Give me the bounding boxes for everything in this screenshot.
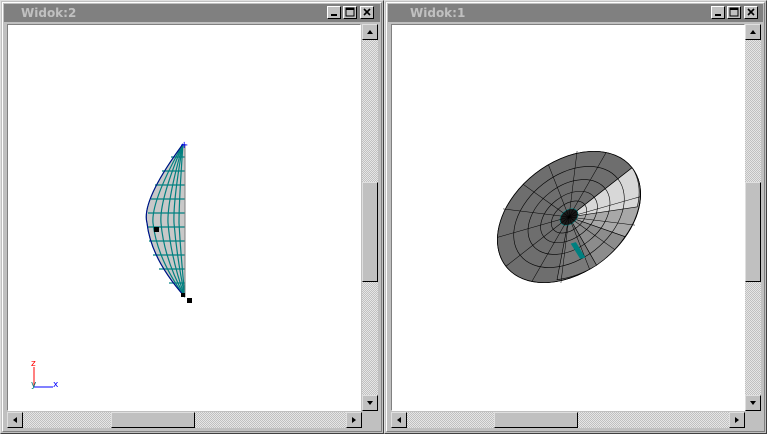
arrow-left-icon	[13, 417, 17, 423]
window-title: Widok:1	[410, 6, 466, 20]
maximize-button[interactable]	[343, 6, 357, 19]
vertical-scroll-thumb[interactable]	[362, 182, 378, 282]
arrow-right-icon	[352, 417, 356, 423]
scroll-right-button[interactable]	[346, 412, 362, 428]
scrollbar-corner	[362, 412, 378, 428]
vertical-scrollbar[interactable]	[362, 24, 378, 411]
scroll-down-button[interactable]	[362, 395, 378, 411]
arrow-left-icon	[397, 417, 401, 423]
title-bar[interactable]: Widok:2	[4, 4, 380, 22]
title-bar[interactable]: Widok:1	[388, 4, 763, 22]
close-button[interactable]	[744, 6, 758, 19]
horizontal-scroll-thumb[interactable]	[494, 412, 578, 428]
viewport-window-perspective[interactable]: Widok:1	[384, 0, 767, 434]
arrow-up-icon	[750, 30, 756, 34]
axis-y-label: y	[31, 380, 37, 390]
axis-z-label: z	[31, 359, 36, 369]
maximize-icon	[729, 7, 739, 17]
minimize-button[interactable]	[711, 6, 725, 19]
scroll-left-button[interactable]	[7, 412, 23, 428]
scroll-down-button[interactable]	[745, 395, 761, 411]
scroll-right-button[interactable]	[729, 412, 745, 428]
horizontal-scrollbar[interactable]	[391, 412, 745, 428]
vertical-scrollbar[interactable]	[745, 24, 761, 411]
minimize-icon	[331, 14, 337, 16]
window-title: Widok:2	[21, 6, 77, 20]
horizontal-scroll-thumb[interactable]	[111, 412, 195, 428]
svg-text:+: +	[180, 140, 188, 151]
close-icon	[747, 8, 755, 16]
arrow-down-icon	[367, 401, 373, 405]
scroll-up-button[interactable]	[745, 24, 761, 40]
minimize-icon	[715, 14, 721, 16]
minimize-button[interactable]	[327, 6, 341, 19]
viewport-canvas-side[interactable]: + z y x	[7, 24, 361, 411]
maximize-button[interactable]	[727, 6, 741, 19]
arrow-down-icon	[750, 401, 756, 405]
scroll-left-button[interactable]	[391, 412, 407, 428]
viewport-window-side[interactable]: Widok:2 + z y x	[0, 0, 384, 434]
maximize-icon	[345, 7, 355, 17]
horizontal-scrollbar[interactable]	[7, 412, 362, 428]
scroll-up-button[interactable]	[362, 24, 378, 40]
viewport-canvas-perspective[interactable]	[391, 24, 745, 411]
scrollbar-corner	[745, 412, 761, 428]
perspective-view-mesh	[497, 150, 641, 284]
vertical-scroll-thumb[interactable]	[745, 182, 761, 282]
arrow-up-icon	[367, 30, 373, 34]
axis-x-label: x	[53, 380, 59, 390]
close-icon	[363, 8, 371, 16]
close-button[interactable]	[360, 6, 374, 19]
arrow-right-icon	[735, 417, 739, 423]
side-view-mesh: +	[33, 140, 192, 388]
